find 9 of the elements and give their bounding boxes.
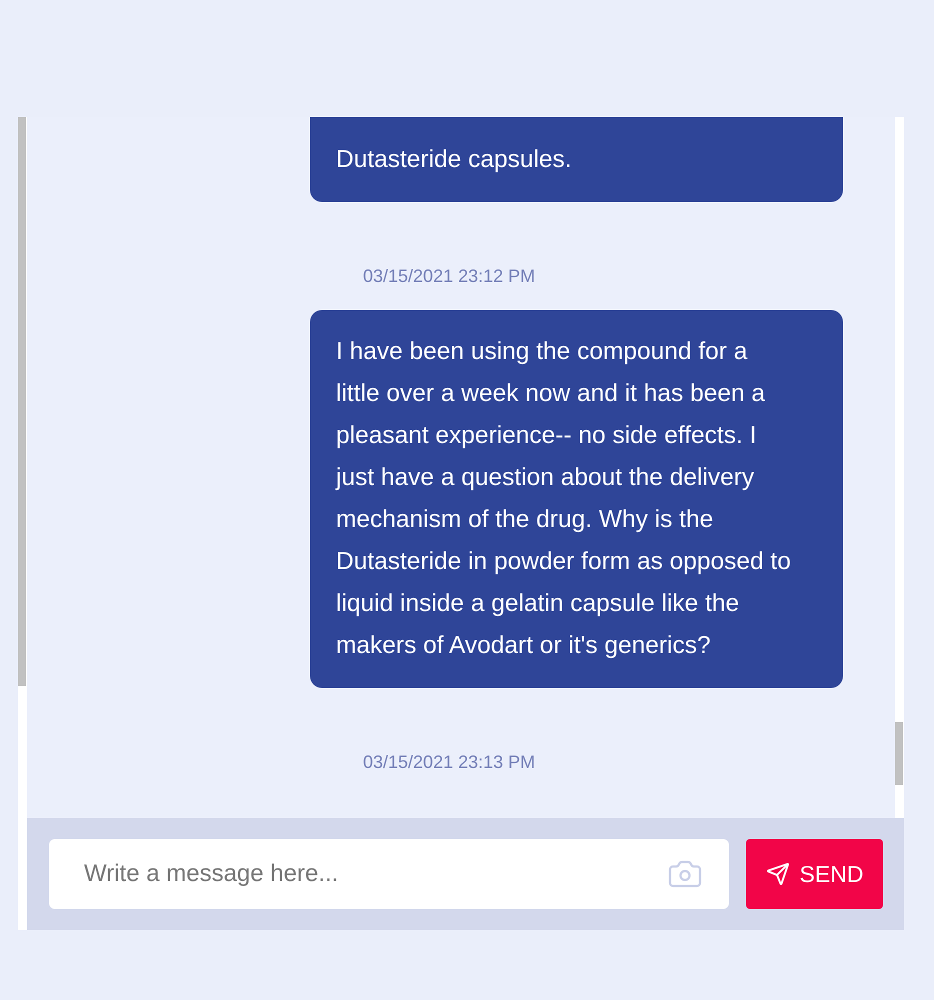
send-icon (766, 862, 790, 886)
send-button[interactable]: SEND (746, 839, 883, 909)
scrollbar[interactable] (895, 117, 904, 818)
message-timestamp: 03/15/2021 23:13 PM (363, 752, 536, 772)
message-timestamp: 03/15/2021 23:12 PM (363, 266, 536, 286)
message-text: Dutasteride capsules. (336, 145, 573, 175)
scrollbar[interactable] (18, 117, 27, 930)
message-input[interactable]: Write a message here... (49, 839, 729, 909)
message-text: I have been using the compound for a little over a week now and it has been a pleasant experience-- no side effects. I just have a question about the delivery mechanism of the drug. Why is the Dutasteride in powder form as opposed to liquid inside a gelatin capsule like the makers of Avodart or it's generics? (336, 337, 792, 661)
